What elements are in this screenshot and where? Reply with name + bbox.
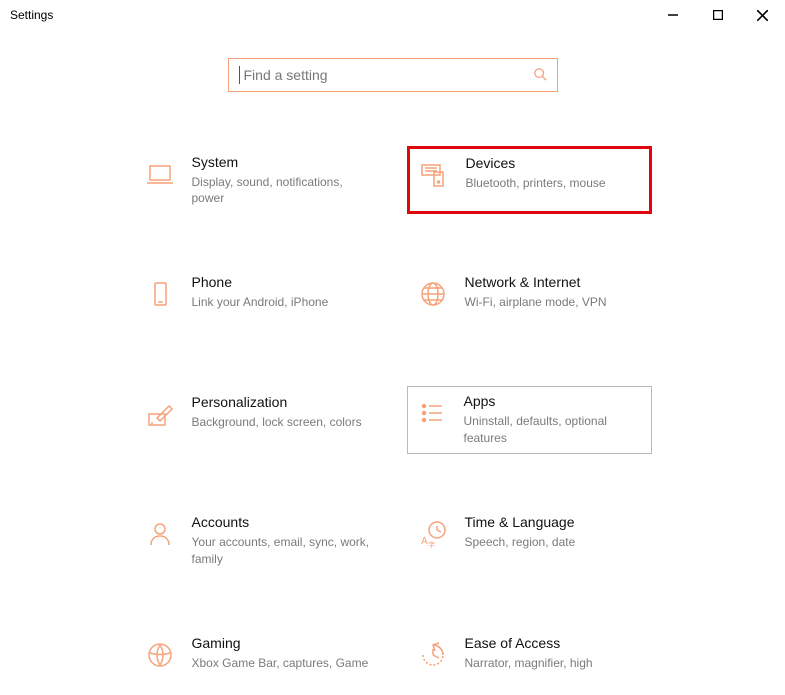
- tile-network[interactable]: Network & Internet Wi-Fi, airplane mode,…: [407, 266, 652, 334]
- tile-desc: Xbox Game Bar, captures, Game: [192, 655, 369, 671]
- tile-title: Time & Language: [465, 514, 576, 530]
- window-title: Settings: [10, 8, 53, 22]
- tile-title: System: [192, 154, 371, 170]
- tile-desc: Uninstall, defaults, optional features: [464, 413, 645, 445]
- tile-title: Accounts: [192, 514, 371, 530]
- svg-text:A: A: [421, 536, 428, 547]
- tile-desc: Speech, region, date: [465, 534, 576, 550]
- pen-icon: [142, 396, 178, 432]
- text-cursor: [239, 66, 240, 84]
- search-container: Find a setting: [40, 58, 745, 92]
- tile-desc: Background, lock screen, colors: [192, 414, 362, 430]
- content-area: Find a setting System Display, sound, no…: [0, 30, 785, 695]
- ease-icon: [415, 637, 451, 673]
- tile-title: Apps: [464, 393, 645, 409]
- tile-phone[interactable]: Phone Link your Android, iPhone: [134, 266, 379, 334]
- globe-icon: [415, 276, 451, 312]
- tile-ease-of-access[interactable]: Ease of Access Narrator, magnifier, high: [407, 627, 652, 695]
- tile-desc: Your accounts, email, sync, work, family: [192, 534, 371, 566]
- tile-gaming[interactable]: Gaming Xbox Game Bar, captures, Game: [134, 627, 379, 695]
- search-input[interactable]: Find a setting: [228, 58, 558, 92]
- window-controls: [650, 0, 785, 30]
- minimize-button[interactable]: [650, 0, 695, 30]
- tile-desc: Link your Android, iPhone: [192, 294, 329, 310]
- devices-icon: [416, 157, 452, 193]
- tile-time-language[interactable]: A字 Time & Language Speech, region, date: [407, 506, 652, 574]
- tile-apps[interactable]: Apps Uninstall, defaults, optional featu…: [407, 386, 652, 454]
- svg-text:字: 字: [428, 540, 435, 549]
- tile-title: Phone: [192, 274, 329, 290]
- tile-title: Network & Internet: [465, 274, 607, 290]
- maximize-button[interactable]: [695, 0, 740, 30]
- phone-icon: [142, 276, 178, 312]
- tile-desc: Display, sound, notifications, power: [192, 174, 371, 206]
- gaming-icon: [142, 637, 178, 673]
- search-placeholder: Find a setting: [244, 67, 533, 83]
- tile-title: Devices: [466, 155, 606, 171]
- apps-icon: [414, 395, 450, 431]
- search-icon: [533, 67, 547, 84]
- tile-title: Personalization: [192, 394, 362, 410]
- close-button[interactable]: [740, 0, 785, 30]
- tile-devices[interactable]: Devices Bluetooth, printers, mouse: [407, 146, 652, 214]
- tile-personalization[interactable]: Personalization Background, lock screen,…: [134, 386, 379, 454]
- tile-desc: Narrator, magnifier, high: [465, 655, 593, 671]
- laptop-icon: [142, 156, 178, 192]
- tile-title: Gaming: [192, 635, 369, 651]
- tile-title: Ease of Access: [465, 635, 593, 651]
- time-lang-icon: A字: [415, 516, 451, 552]
- person-icon: [142, 516, 178, 552]
- titlebar: Settings: [0, 0, 785, 30]
- tile-desc: Bluetooth, printers, mouse: [466, 175, 606, 191]
- tile-accounts[interactable]: Accounts Your accounts, email, sync, wor…: [134, 506, 379, 574]
- tile-system[interactable]: System Display, sound, notifications, po…: [134, 146, 379, 214]
- settings-grid: System Display, sound, notifications, po…: [40, 146, 745, 695]
- tile-desc: Wi-Fi, airplane mode, VPN: [465, 294, 607, 310]
